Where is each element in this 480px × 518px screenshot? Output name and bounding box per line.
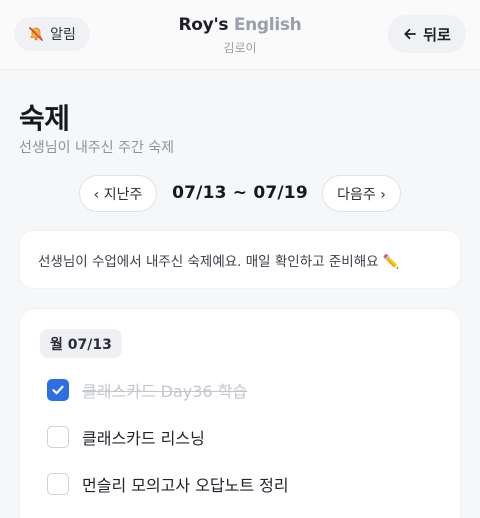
next-week-button[interactable]: 다음주 › (322, 175, 401, 212)
week-range: 07/13 ~ 07/19 (172, 183, 308, 203)
task-checkbox[interactable] (47, 426, 69, 448)
info-message: 선생님이 수업에서 내주신 숙제예요. 매일 확인하고 준비해요 ✏️ (38, 253, 400, 270)
task-item[interactable]: 클래스카드 Day36 학습 (47, 378, 247, 402)
task-checkbox-checked[interactable] (47, 379, 69, 401)
brand-secondary: English (233, 15, 302, 35)
task-item[interactable]: 클래스카드 리스닝 (47, 425, 205, 449)
arrow-left-icon (403, 27, 417, 41)
checkmark-icon (52, 385, 64, 395)
task-item[interactable]: 먼슬리 모의고사 오답노트 정리 (47, 472, 289, 496)
prev-week-button[interactable]: ‹ 지난주 (79, 175, 157, 212)
page-subtitle: 선생님이 내주신 주간 숙제 (19, 140, 175, 156)
page-title: 숙제 (19, 102, 70, 135)
day-card: 월 07/13 클래스카드 Day36 학습 클래스카드 리스닝 먼슬리 모의고… (19, 308, 461, 518)
task-label: 클래스카드 Day36 학습 (82, 382, 248, 401)
task-label: 클래스카드 리스닝 (82, 429, 205, 448)
app-header: 알림 Roy's English 김로이 뒤로 (0, 0, 480, 70)
task-label: 먼슬리 모의고사 오답노트 정리 (82, 476, 289, 495)
back-label: 뒤로 (423, 25, 451, 44)
task-checkbox[interactable] (47, 473, 69, 495)
brand-primary: Roy's (178, 15, 229, 35)
info-card: 선생님이 수업에서 내주신 숙제예요. 매일 확인하고 준비해요 ✏️ (19, 230, 461, 289)
day-badge: 월 07/13 (40, 329, 122, 358)
back-button[interactable]: 뒤로 (388, 15, 466, 53)
